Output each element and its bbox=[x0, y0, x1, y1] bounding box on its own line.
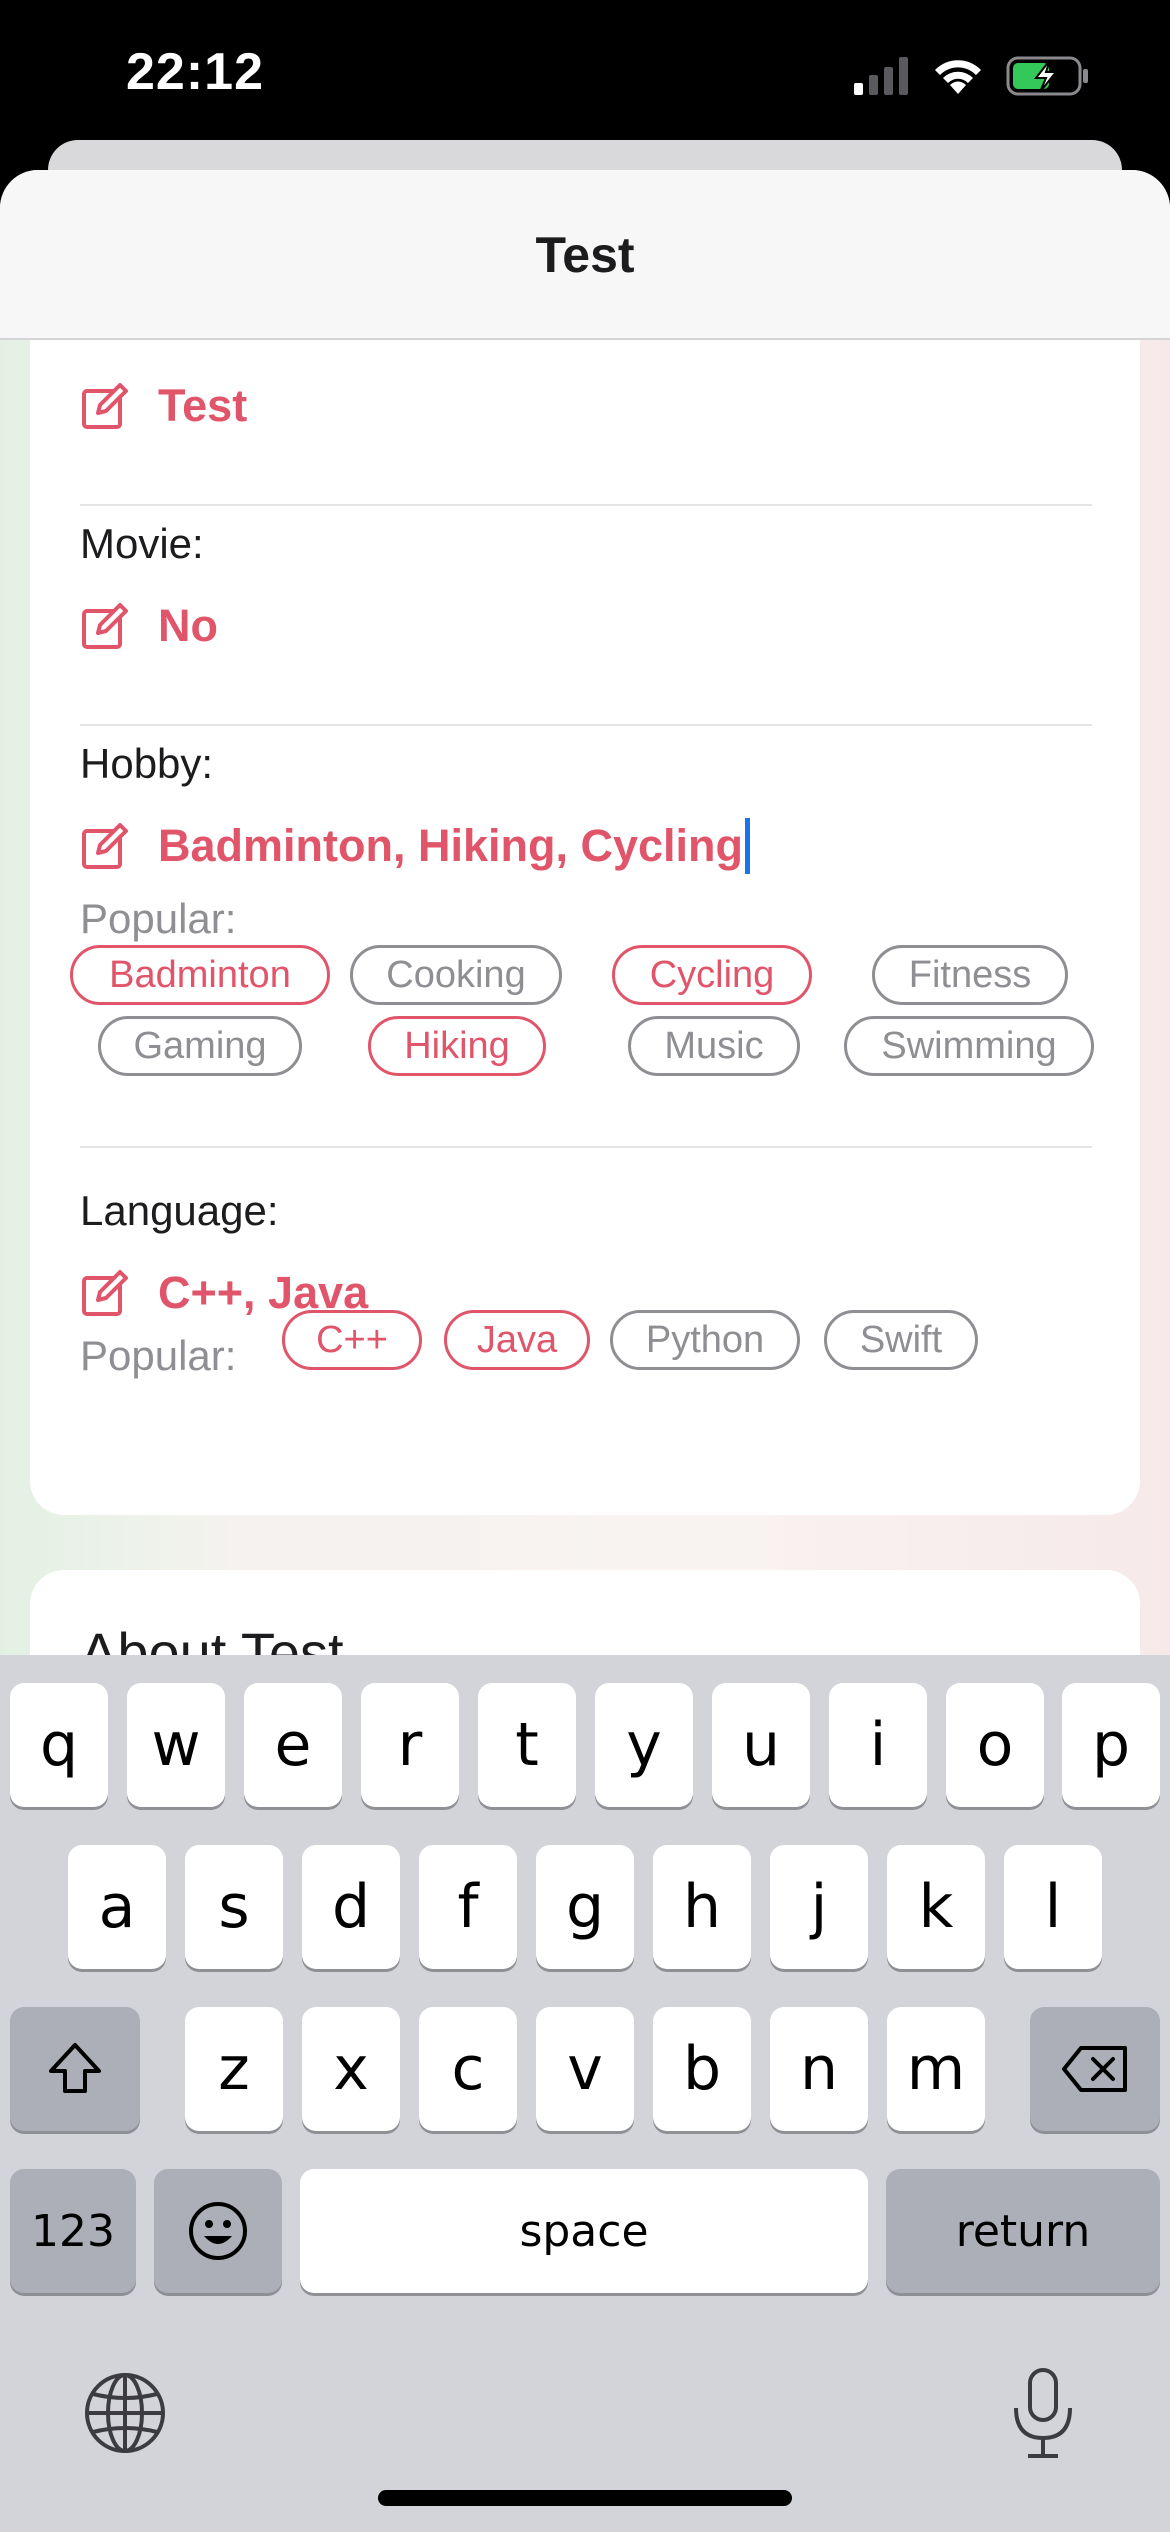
hobby-input[interactable]: Badminton, Hiking, Cycling bbox=[158, 820, 743, 872]
key-m[interactable]: m bbox=[887, 2007, 985, 2131]
battery-charging-icon bbox=[1006, 56, 1088, 96]
key-e[interactable]: e bbox=[244, 1683, 342, 1807]
movie-value[interactable]: No bbox=[158, 600, 218, 652]
language-tag-python[interactable]: Python bbox=[610, 1310, 800, 1370]
status-icons bbox=[854, 56, 1090, 96]
key-z[interactable]: z bbox=[185, 2007, 283, 2131]
key-f[interactable]: f bbox=[419, 1845, 517, 1969]
delete-key[interactable] bbox=[1030, 2007, 1160, 2131]
wifi-icon bbox=[935, 60, 981, 94]
key-h[interactable]: h bbox=[653, 1845, 751, 1969]
hobby-tag-badminton[interactable]: Badminton bbox=[70, 945, 330, 1005]
key-n[interactable]: n bbox=[770, 2007, 868, 2131]
divider bbox=[80, 1146, 1092, 1148]
key-a[interactable]: a bbox=[68, 1845, 166, 1969]
movie-label: Movie: bbox=[80, 520, 204, 567]
keyboard: q w e r t y u i o p a s d f g h j k l z … bbox=[0, 1655, 1170, 2532]
numbers-key[interactable]: 123 bbox=[10, 2169, 136, 2293]
home-indicator bbox=[378, 2490, 792, 2506]
emoji-key[interactable] bbox=[154, 2169, 282, 2293]
divider bbox=[80, 504, 1092, 506]
hobby-value-row[interactable]: Badminton, Hiking, Cycling bbox=[80, 816, 751, 876]
key-u[interactable]: u bbox=[712, 1683, 810, 1807]
edit-icon[interactable] bbox=[80, 821, 130, 871]
status-bar: 22:12 bbox=[0, 0, 1170, 150]
language-tag-cpp[interactable]: C++ bbox=[282, 1310, 422, 1370]
key-v[interactable]: v bbox=[536, 2007, 634, 2131]
key-c[interactable]: c bbox=[419, 2007, 517, 2131]
movie-value-row[interactable]: No bbox=[80, 596, 218, 656]
key-j[interactable]: j bbox=[770, 1845, 868, 1969]
team-value[interactable]: Test bbox=[158, 380, 247, 432]
globe-icon[interactable] bbox=[82, 2370, 168, 2456]
key-s[interactable]: s bbox=[185, 1845, 283, 1969]
language-tag-java[interactable]: Java bbox=[444, 1310, 590, 1370]
navigation-bar: Test bbox=[0, 170, 1170, 340]
cellular-signal-icon bbox=[854, 57, 908, 95]
emoji-icon bbox=[189, 2202, 247, 2260]
key-q[interactable]: q bbox=[10, 1683, 108, 1807]
key-b[interactable]: b bbox=[653, 2007, 751, 2131]
edit-icon[interactable] bbox=[80, 1268, 130, 1318]
hobby-tag-swimming[interactable]: Swimming bbox=[844, 1016, 1094, 1076]
hobby-popular-label: Popular: bbox=[80, 895, 237, 942]
key-p[interactable]: p bbox=[1062, 1683, 1160, 1807]
details-card: Team: Test Movie: No Hobby: Bad bbox=[30, 270, 1140, 1515]
hobby-tag-gaming[interactable]: Gaming bbox=[98, 1016, 302, 1076]
page-title: Test bbox=[535, 227, 635, 283]
backspace-icon bbox=[1062, 2046, 1127, 2092]
edit-icon[interactable] bbox=[80, 601, 130, 651]
hobby-tag-hiking[interactable]: Hiking bbox=[368, 1016, 546, 1076]
microphone-icon[interactable] bbox=[1008, 2366, 1078, 2462]
key-w[interactable]: w bbox=[127, 1683, 225, 1807]
divider bbox=[80, 724, 1092, 726]
hobby-tag-cycling[interactable]: Cycling bbox=[612, 945, 812, 1005]
team-value-row[interactable]: Test bbox=[80, 376, 247, 436]
hobby-label: Hobby: bbox=[80, 740, 214, 787]
text-cursor bbox=[745, 818, 751, 874]
language-label: Language: bbox=[80, 1187, 279, 1234]
key-r[interactable]: r bbox=[361, 1683, 459, 1807]
key-o[interactable]: o bbox=[946, 1683, 1044, 1807]
edit-icon[interactable] bbox=[80, 381, 130, 431]
key-t[interactable]: t bbox=[478, 1683, 576, 1807]
hobby-tag-music[interactable]: Music bbox=[628, 1016, 800, 1076]
key-i[interactable]: i bbox=[829, 1683, 927, 1807]
key-k[interactable]: k bbox=[887, 1845, 985, 1969]
language-tag-swift[interactable]: Swift bbox=[824, 1310, 978, 1370]
hobby-tag-cooking[interactable]: Cooking bbox=[350, 945, 562, 1005]
language-popular-label: Popular: bbox=[80, 1332, 237, 1379]
key-d[interactable]: d bbox=[302, 1845, 400, 1969]
key-l[interactable]: l bbox=[1004, 1845, 1102, 1969]
key-x[interactable]: x bbox=[302, 2007, 400, 2131]
shift-icon bbox=[49, 2043, 101, 2093]
status-time: 22:12 bbox=[126, 43, 264, 101]
return-key[interactable]: return bbox=[886, 2169, 1160, 2293]
key-y[interactable]: y bbox=[595, 1683, 693, 1807]
hobby-tag-fitness[interactable]: Fitness bbox=[872, 945, 1068, 1005]
shift-key[interactable] bbox=[10, 2007, 140, 2131]
key-g[interactable]: g bbox=[536, 1845, 634, 1969]
space-key[interactable]: space bbox=[300, 2169, 868, 2293]
